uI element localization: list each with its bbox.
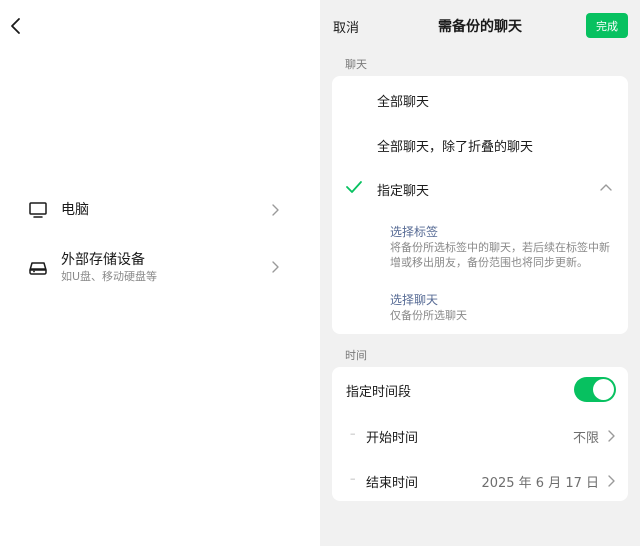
checkmark-icon — [346, 181, 362, 193]
chevron-up-icon[interactable] — [599, 182, 613, 192]
select-chats-desc: 仅备份所选聊天 — [390, 309, 467, 322]
dash-icon: – — [350, 472, 356, 485]
select-chats-link[interactable]: 选择聊天 — [390, 291, 438, 308]
device-item-subtitle: 如U盘、移动硬盘等 — [61, 269, 158, 283]
device-item-computer[interactable]: 电脑 — [0, 198, 320, 222]
option-all-chats[interactable]: 全部聊天 — [377, 91, 429, 110]
chevron-right-icon — [608, 475, 615, 487]
time-range-label: 指定时间段 — [346, 385, 412, 400]
device-item-label: 外部存储设备 — [61, 251, 145, 268]
drive-icon — [29, 262, 47, 275]
start-time-label: 开始时间 — [366, 431, 419, 446]
device-panel: 电脑 外部存储设备 如U盘、移动硬盘等 — [0, 0, 320, 546]
end-time-label: 结束时间 — [366, 476, 419, 491]
section-label-time: 时间 — [345, 349, 367, 362]
chevron-right-icon — [272, 204, 279, 216]
chevron-left-icon — [11, 18, 20, 34]
end-time-row[interactable]: – 结束时间 2025 年 6 月 17 日 — [332, 462, 628, 498]
device-item-label: 电脑 — [61, 202, 89, 218]
time-card: 指定时间段 – 开始时间 不限 – 结束时间 2025 年 6 月 17 日 — [332, 367, 628, 501]
select-tags-desc: 将备份所选标签中的聊天，若后续在标签中新增或移出朋友，备份范围也将同步更新。 — [390, 241, 610, 269]
end-time-value: 2025 年 6 月 17 日 — [481, 476, 599, 491]
option-all-except-folded[interactable]: 全部聊天，除了折叠的聊天 — [377, 136, 533, 155]
chevron-right-icon — [272, 261, 279, 273]
time-range-toggle[interactable] — [574, 377, 616, 402]
device-item-external-storage[interactable]: 外部存储设备 如U盘、移动硬盘等 — [0, 250, 320, 284]
dash-icon: – — [350, 427, 356, 440]
back-button[interactable] — [4, 12, 28, 40]
start-time-value: 不限 — [572, 431, 599, 446]
start-time-row[interactable]: – 开始时间 不限 — [332, 417, 628, 453]
backup-chats-panel: 取消 需备份的聊天 完成 聊天 全部聊天 全部聊天，除了折叠的聊天 指定聊天 选… — [320, 0, 640, 546]
monitor-icon — [29, 202, 47, 218]
section-label-chats: 聊天 — [345, 58, 367, 71]
select-tags-link[interactable]: 选择标签 — [390, 223, 438, 240]
done-button[interactable]: 完成 — [586, 13, 628, 38]
chevron-right-icon — [608, 430, 615, 442]
option-specified-chats[interactable]: 指定聊天 — [377, 180, 429, 199]
chats-card: 全部聊天 全部聊天，除了折叠的聊天 指定聊天 选择标签 将备份所选标签中的聊天，… — [332, 76, 628, 334]
